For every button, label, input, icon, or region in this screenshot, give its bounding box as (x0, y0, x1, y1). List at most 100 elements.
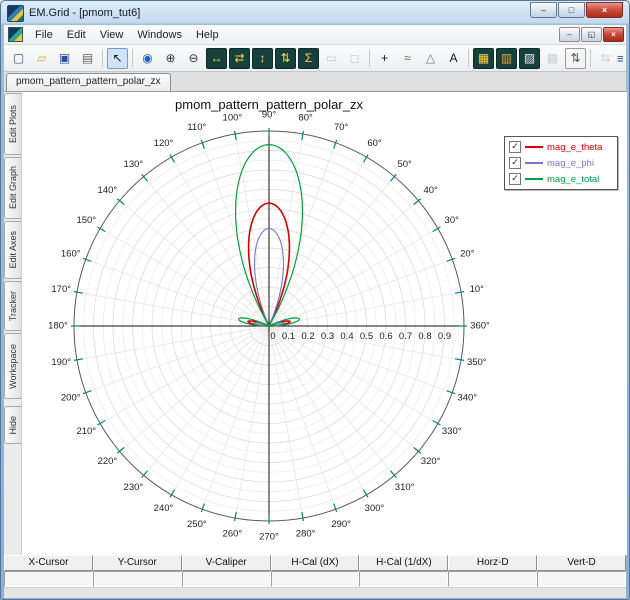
layout-control[interactable]: ≡ Layou (617, 51, 623, 66)
window-title: EM.Grid - [pmom_tut6] (29, 7, 530, 19)
toolbar-separator (102, 49, 103, 67)
spin-control-icon: ⇅ (570, 52, 580, 64)
plot-area: 360°10°20°30°40°50°60°70°80°90°100°110°1… (22, 92, 627, 555)
status-value-cell (271, 571, 360, 587)
spin-control-button[interactable]: ⇅ (565, 48, 586, 69)
compare-view-button: ⇆ (595, 48, 616, 69)
pattern-view-icon: ▩ (547, 52, 558, 64)
status-bar-filler (4, 587, 626, 598)
status-header-x-cursor: X-Cursor (4, 555, 93, 571)
menu-view[interactable]: View (93, 27, 131, 43)
minimize-button[interactable]: – (530, 2, 557, 18)
menu-help[interactable]: Help (189, 27, 226, 43)
close-button[interactable]: × (586, 2, 623, 18)
angle-tick-label: 110° (187, 122, 206, 133)
radial-tick-label: 0.7 (399, 331, 412, 342)
surface-view-button[interactable]: ▨ (519, 48, 540, 69)
legend-checkbox-mag_e_total[interactable]: ✓ (509, 173, 521, 185)
menu-file[interactable]: File (28, 27, 60, 43)
sidebar-tab-label: Edit Graph (8, 166, 18, 209)
sidebar-tab-tracker[interactable]: Tracker (4, 281, 21, 331)
zoom-out-button[interactable]: ⊖ (183, 48, 204, 69)
sidebar-tab-edit-axes[interactable]: Edit Axes (4, 221, 21, 279)
app-icon (7, 5, 24, 22)
mdi-close-button[interactable]: × (603, 27, 624, 42)
free-region-button: ◻ (344, 48, 365, 69)
fit-vertical-button[interactable]: ⇅ (275, 48, 296, 69)
fit-height-button[interactable]: ↕ (252, 48, 273, 69)
radial-tick-label: 0.8 (418, 331, 431, 342)
angle-tick-label: 360° (470, 321, 490, 332)
chart-title: pmom_pattern_pattern_polar_zx (175, 97, 363, 112)
angle-tick-label: 230° (124, 482, 144, 493)
zoom-window-button[interactable]: ◉ (137, 48, 158, 69)
zoom-out-icon: ⊖ (188, 52, 198, 64)
open-folder-button[interactable]: ▱ (31, 48, 52, 69)
triangle-marker-icon: △ (426, 52, 435, 64)
curve-tool-button[interactable]: ≈ (397, 48, 418, 69)
angle-tick-label: 280° (296, 528, 316, 539)
angle-tick-label: 310° (395, 482, 415, 493)
angle-tick-label: 130° (124, 159, 144, 170)
mdi-minimize-button[interactable]: – (559, 27, 580, 42)
status-value-cell (537, 571, 626, 587)
fit-width-button[interactable]: ↔ (206, 48, 227, 69)
sidebar-tab-edit-graph[interactable]: Edit Graph (4, 157, 21, 219)
status-header-h-cal-dx: H-Cal (dX) (271, 555, 360, 571)
legend-label-mag_e_phi: mag_e_phi (547, 158, 594, 169)
angle-tick-label: 180° (48, 321, 68, 332)
sidebar-tab-hide[interactable]: Hide (4, 406, 21, 444)
sidebar-tab-strip: Edit Plots Edit Graph Edit Axes Tracker Work… (4, 92, 22, 555)
angle-tick-label: 60° (367, 138, 382, 149)
toolbar-separator (468, 49, 469, 67)
text-tool-icon: A (449, 52, 457, 64)
angle-tick-label: 300° (365, 503, 385, 514)
status-value-cell (182, 571, 271, 587)
status-header-horz-d: Horz-D (448, 555, 537, 571)
status-value-cell (359, 571, 448, 587)
document-icon[interactable] (8, 27, 23, 42)
waterfall-view-button[interactable]: ▥ (496, 48, 517, 69)
menu-windows[interactable]: Windows (130, 27, 189, 43)
tab-pmom-pattern-polar-zx[interactable]: pmom_pattern_pattern_polar_zx (6, 73, 171, 91)
legend-line-mag_e_total (525, 178, 543, 180)
maximize-button[interactable]: □ (558, 2, 585, 18)
legend-label-mag_e_total: mag_e_total (547, 174, 599, 185)
new-document-button[interactable]: ▢ (8, 48, 29, 69)
menu-edit[interactable]: Edit (60, 27, 93, 43)
colormap-view-icon: ▦ (478, 52, 489, 64)
colormap-view-button[interactable]: ▦ (473, 48, 494, 69)
status-header-y-cursor: Y-Cursor (93, 555, 182, 571)
title-bar: EM.Grid - [pmom_tut6] – □ × (4, 1, 626, 25)
zoom-in-button[interactable]: ⊕ (160, 48, 181, 69)
legend-label-mag_e_theta: mag_e_theta (547, 142, 602, 153)
pointer-tool-icon: ↖ (112, 52, 122, 64)
pan-horizontal-icon: ⇄ (234, 52, 244, 64)
pointer-tool-button[interactable]: ↖ (107, 48, 128, 69)
pan-horizontal-button[interactable]: ⇄ (229, 48, 250, 69)
angle-tick-label: 350° (467, 357, 487, 368)
legend-checkbox-mag_e_phi[interactable]: ✓ (509, 157, 521, 169)
angle-tick-label: 190° (51, 357, 71, 368)
add-marker-button[interactable]: + (374, 48, 395, 69)
text-tool-button[interactable]: A (443, 48, 464, 69)
angle-tick-label: 340° (457, 393, 477, 404)
legend-checkbox-mag_e_theta[interactable]: ✓ (509, 141, 521, 153)
triangle-marker-button[interactable]: △ (420, 48, 441, 69)
sidebar-tab-workspace[interactable]: Workspace (4, 333, 21, 399)
angle-tick-label: 20° (460, 248, 475, 259)
fit-height-icon: ↕ (260, 52, 266, 64)
status-value-cell (93, 571, 182, 587)
content-area: Edit Plots Edit Graph Edit Axes Tracker Work… (4, 92, 626, 555)
save-button[interactable]: ▣ (54, 48, 75, 69)
sidebar-tab-edit-plots[interactable]: Edit Plots (4, 93, 21, 155)
status-value-cell (4, 571, 93, 587)
radial-tick-label: 0.2 (301, 331, 314, 342)
sum-scale-button[interactable]: Σ (298, 48, 319, 69)
mdi-restore-button[interactable]: ◱ (581, 27, 602, 42)
angle-tick-label: 50° (397, 159, 412, 170)
radial-tick-label: 0.1 (282, 331, 295, 342)
angle-tick-label: 220° (98, 456, 118, 467)
print-button[interactable]: ▤ (77, 48, 98, 69)
angle-tick-label: 260° (223, 528, 243, 539)
